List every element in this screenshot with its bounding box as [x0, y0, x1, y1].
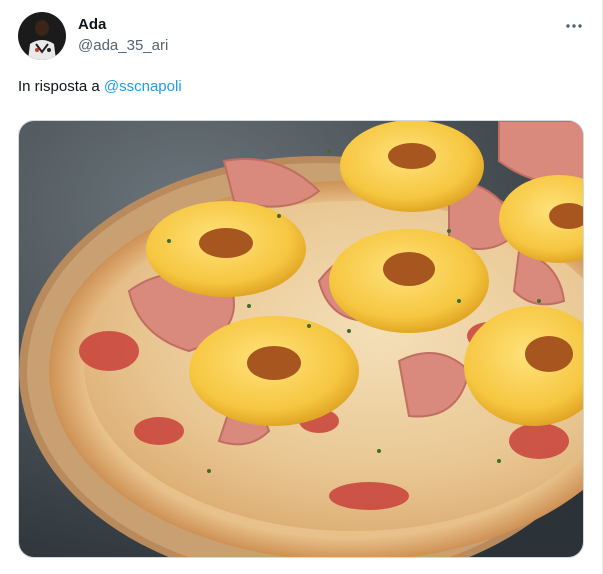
- author-handle[interactable]: @ada_35_ari: [78, 36, 168, 56]
- avatar[interactable]: [18, 12, 66, 60]
- tweet-media-photo[interactable]: [18, 120, 584, 558]
- reply-context: In risposta a @sscnapoli: [18, 77, 182, 97]
- more-options-button[interactable]: [560, 14, 588, 38]
- author-display-name[interactable]: Ada: [78, 15, 168, 35]
- tweet[interactable]: Ada @ada_35_ari In risposta a @sscnapoli: [0, 0, 603, 574]
- reply-prefix: In risposta a: [18, 78, 100, 95]
- reply-mention-link[interactable]: @sscnapoli: [104, 78, 182, 95]
- more-horizontal-icon: [566, 24, 582, 28]
- tweet-author: Ada @ada_35_ari: [78, 15, 168, 56]
- pizza-photo: [19, 121, 583, 557]
